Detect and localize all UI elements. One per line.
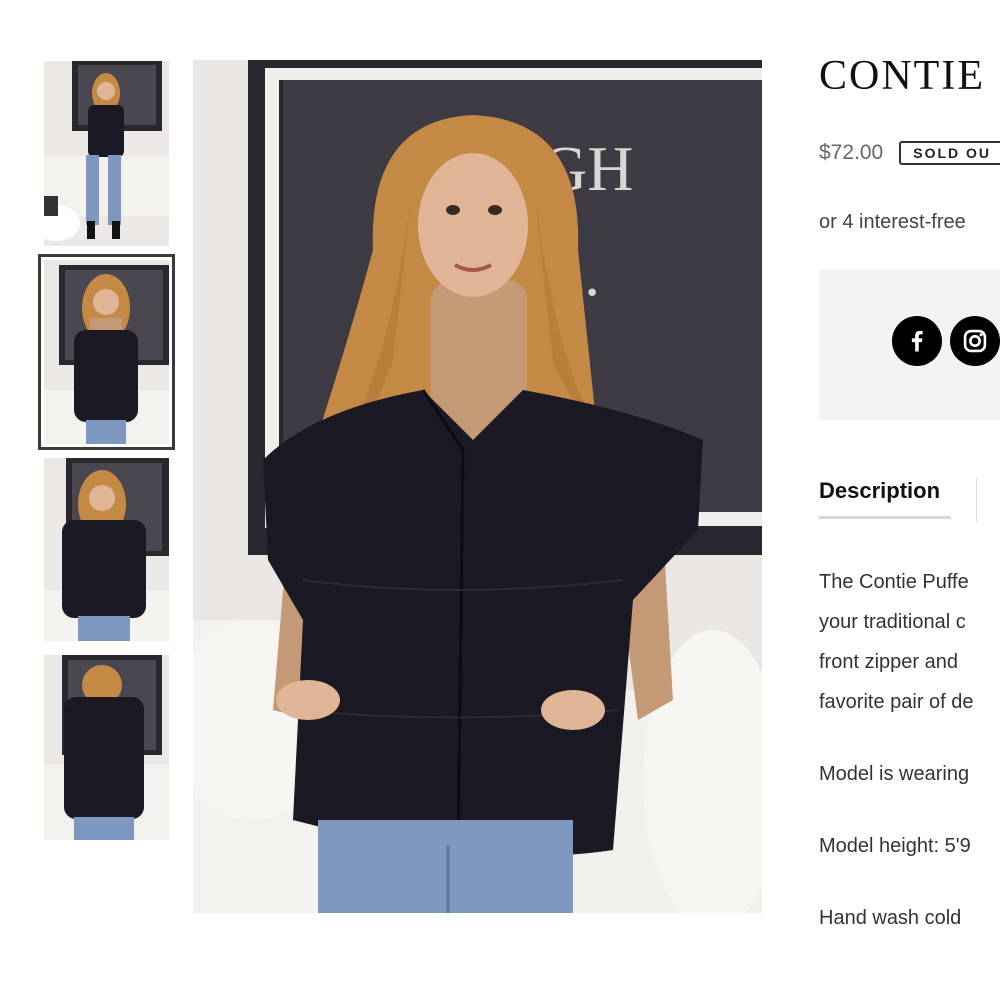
facebook-icon — [911, 330, 923, 352]
tab-description[interactable]: Description — [819, 478, 951, 519]
detail-care: Hand wash cold — [819, 907, 962, 929]
detail-model-height: Model height: 5'9 — [819, 835, 971, 857]
product-tabs: Description — [819, 478, 1000, 522]
thumbnail-3-image — [44, 458, 169, 641]
thumbnail-4[interactable] — [44, 655, 169, 840]
description-line: your traditional c — [819, 611, 966, 633]
product-title: CONTIE — [819, 53, 985, 99]
product-description: The Contie Puffe your traditional c fron… — [819, 562, 1000, 938]
sold-out-badge: SOLD OU — [899, 141, 1000, 165]
description-line: front zipper and — [819, 651, 958, 673]
thumbnail-2[interactable] — [38, 254, 175, 450]
description-line: The Contie Puffe — [819, 571, 969, 593]
thumbnail-4-image — [44, 655, 169, 840]
thumbnail-1[interactable] — [44, 61, 169, 246]
detail-model-size: Model is wearing — [819, 763, 970, 785]
thumbnail-3[interactable] — [44, 458, 169, 641]
product-info-panel: CONTIE $72.00 SOLD OU or 4 interest-free… — [819, 0, 1000, 1000]
description-line: favorite pair of de — [819, 691, 974, 713]
share-box — [819, 270, 1000, 420]
thumbnail-2-image — [44, 260, 169, 444]
thumbnail-1-image — [44, 61, 169, 246]
model-photo: GH E. — [193, 60, 762, 913]
main-product-image[interactable]: GH E. — [193, 60, 762, 913]
facebook-button[interactable] — [892, 316, 942, 366]
product-price: $72.00 — [819, 141, 884, 164]
instagram-icon — [963, 329, 987, 353]
price-row: $72.00 SOLD OU — [819, 141, 1000, 165]
instagram-button[interactable] — [950, 316, 1000, 366]
installments-text: or 4 interest-free — [819, 211, 966, 233]
tab-divider — [976, 478, 977, 522]
